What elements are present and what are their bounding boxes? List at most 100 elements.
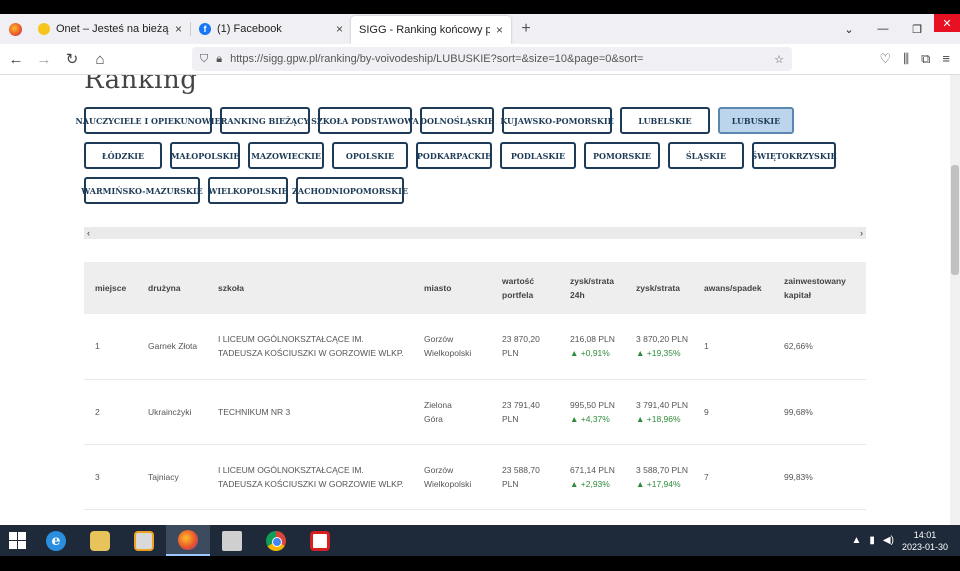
extensions-icon[interactable]: ⧉	[921, 51, 930, 67]
tab-onet[interactable]: Onet – Jesteś na bieżąco ×	[30, 14, 190, 44]
filter-button[interactable]: WIELKOPOLSKIE	[208, 177, 288, 204]
taskbar-internet-explorer[interactable]: e	[34, 525, 78, 556]
table-cell: 1	[84, 314, 137, 380]
close-window-button[interactable]: ✕	[934, 14, 960, 32]
table-cell: Ukraincżyki	[137, 379, 207, 445]
table-cell: I LICEUM OGÓLNOKSZTAŁCĄCE IM. TADEUSZA K…	[207, 314, 413, 380]
filter-button[interactable]: WARMIŃSKO-MAZURSKIE	[81, 177, 203, 204]
taskbar-file-explorer[interactable]	[78, 525, 122, 556]
filter-button[interactable]: ŁÓDZKIE	[84, 142, 162, 169]
filter-button[interactable]: MAŁOPOLSKIE	[170, 142, 240, 169]
tab-close-icon[interactable]: ×	[175, 22, 182, 36]
table-row: IV LICEUM OGÓLNOKSZTAŁCĄCE IM. 3 533,38	[84, 509, 866, 525]
tray-expand-icon[interactable]: ▲	[852, 535, 862, 546]
invested-capital: 99,68%	[784, 406, 813, 417]
school-name: TECHNIKUM NR 3	[218, 406, 291, 417]
lock-icon[interactable]: 🔒︎	[216, 53, 222, 66]
menu-icon[interactable]: ≡	[942, 51, 950, 67]
taskbar-orl[interactable]	[210, 525, 254, 556]
column-header[interactable]: awans/spadek	[693, 262, 773, 314]
taskbar-firefox[interactable]	[166, 525, 210, 556]
profit-24h-percent: ▲ +2,93%	[570, 478, 610, 489]
column-header[interactable]: miejsce	[84, 262, 137, 314]
forward-button[interactable]: →	[32, 47, 56, 71]
table-cell	[84, 509, 137, 525]
filter-button[interactable]: PODKARPACKIE	[416, 142, 492, 169]
address-bar[interactable]: ⛉ 🔒︎ https://sigg.gpw.pl/ranking/by-voiv…	[192, 47, 792, 71]
tab-close-icon[interactable]: ×	[336, 22, 343, 36]
reload-button[interactable]: ↻	[60, 47, 84, 71]
column-header[interactable]: drużyna	[137, 262, 207, 314]
home-button[interactable]: ⌂	[88, 47, 112, 71]
filter-button[interactable]: RANKING BIEŻĄCY	[220, 107, 310, 134]
filter-button[interactable]: ŚWIĘTOKRZYSKIE	[751, 142, 837, 169]
table-cell	[137, 509, 207, 525]
filter-button[interactable]: PODLASKIE	[500, 142, 576, 169]
profit-24h: 216,08 PLN	[570, 334, 615, 345]
rank-change: 9	[704, 406, 709, 417]
taskbar-red-app[interactable]	[298, 525, 342, 556]
page-title: Ranking	[84, 75, 198, 95]
bookmark-star-icon[interactable]: ☆	[774, 53, 784, 66]
filter-buttons: NAUCZYCIELE I OPIEKUNOWIE RANKING BIEŻĄCY…	[75, 107, 874, 212]
maximize-button[interactable]: ❐	[900, 14, 934, 44]
chevron-down-icon[interactable]: ⌄	[832, 14, 866, 44]
orl-app-icon	[222, 530, 242, 551]
column-header[interactable]: zysk/strata 24h	[559, 262, 625, 314]
filter-button[interactable]: KUJAWSKO-POMORSKIE	[500, 107, 614, 134]
table-cell: Gorzów Wielkopolski	[413, 314, 491, 380]
tab-title: (1) Facebook	[217, 23, 282, 35]
profit-total: 3 588,70 PLN	[636, 464, 688, 475]
city: Gorzów Wielkopolski	[424, 464, 472, 489]
filter-button[interactable]: NAUCZYCIELE I OPIEKUNOWIE	[75, 107, 221, 134]
scroll-right-icon[interactable]: ›	[860, 228, 863, 238]
filter-button[interactable]: ŚLĄSKIE	[668, 142, 744, 169]
library-icon[interactable]: ⫼	[903, 51, 909, 67]
filter-button[interactable]: OPOLSKIE	[332, 142, 408, 169]
city: Gorzów Wielkopolski	[424, 334, 472, 359]
table-cell: 995,50 PLN ▲ +4,37%	[559, 379, 625, 445]
scroll-left-icon[interactable]: ‹	[87, 228, 90, 238]
bottom-black-border	[0, 556, 960, 571]
new-tab-button[interactable]: +	[511, 14, 541, 44]
invested-capital: 62,66%	[784, 341, 813, 352]
clock[interactable]: 14:01 2023-01-30	[902, 529, 948, 553]
column-header[interactable]: zysk/strata	[625, 262, 693, 314]
filter-button[interactable]: SZKOŁA PODSTAWOWA	[311, 107, 419, 134]
network-icon[interactable]: ▮	[869, 535, 875, 546]
taskbar-chrome[interactable]	[254, 525, 298, 556]
filter-button[interactable]: ZACHODNIOPOMORSKIE	[292, 177, 408, 204]
minimize-button[interactable]: —	[866, 14, 900, 44]
filter-button[interactable]: LUBELSKIE	[620, 107, 710, 134]
place: 1	[95, 341, 100, 352]
top-black-border	[0, 0, 960, 14]
firefox-menu-icon[interactable]	[0, 14, 30, 44]
start-button[interactable]	[0, 532, 34, 549]
volume-icon[interactable]: ◀︎)	[883, 535, 894, 546]
pocket-icon[interactable]: ♡	[879, 51, 891, 67]
tab-facebook[interactable]: f (1) Facebook ×	[191, 14, 351, 44]
filter-button[interactable]: MAZOWIECKIE	[248, 142, 324, 169]
filter-button[interactable]: DOLNOŚLĄSKIE	[420, 107, 494, 134]
horizontal-scrollbar[interactable]: ‹ ›	[84, 227, 866, 239]
back-button[interactable]: ←	[4, 47, 28, 71]
taskbar-media-player[interactable]	[122, 525, 166, 556]
tab-sigg[interactable]: SIGG - Ranking końcowy po drugim ×	[351, 16, 511, 44]
column-header[interactable]: szkoła	[207, 262, 413, 314]
scrollbar-thumb[interactable]	[951, 165, 959, 275]
shield-icon[interactable]: ⛉	[200, 53, 208, 66]
table-cell: 99,68%	[773, 379, 866, 445]
table-row: 3 Tajniacy I LICEUM OGÓLNOKSZTAŁCĄCE IM. T…	[84, 444, 866, 510]
url-text[interactable]: https://sigg.gpw.pl/ranking/by-voivodesh…	[230, 53, 766, 65]
table-cell: Tajniacy	[137, 444, 207, 510]
tab-close-icon[interactable]: ×	[496, 23, 503, 37]
table-cell: IV LICEUM OGÓLNOKSZTAŁCĄCE IM.	[207, 509, 413, 525]
filter-button[interactable]: LUBUSKIE	[718, 107, 794, 134]
column-header[interactable]: zainwestowany kapitał	[773, 262, 866, 314]
profit-total-percent: ▲ +18,96%	[636, 413, 681, 424]
rank-change: 7	[704, 471, 709, 482]
column-header[interactable]: wartość portfela	[491, 262, 559, 314]
vertical-scrollbar[interactable]	[950, 75, 960, 525]
filter-button[interactable]: POMORSKIE	[584, 142, 660, 169]
column-header[interactable]: miasto	[413, 262, 491, 314]
